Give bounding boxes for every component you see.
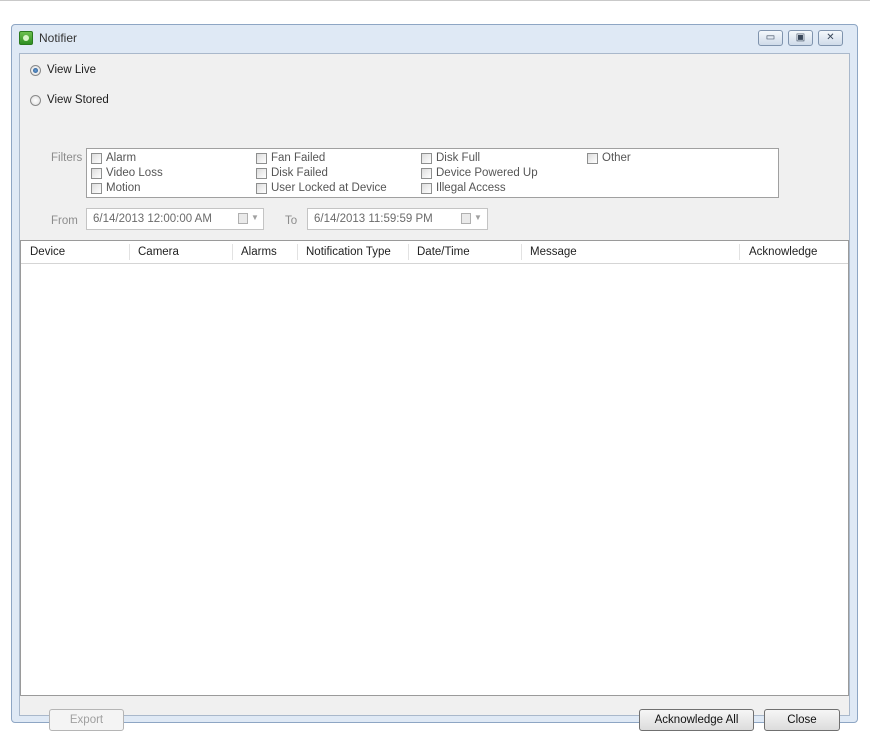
view-live-option[interactable]: View Live [30, 64, 96, 76]
to-date-picker[interactable]: 6/14/2013 11:59:59 PM ▼ [307, 208, 488, 230]
filter-disk-failed[interactable]: Disk Failed [256, 167, 328, 179]
filter-user-locked[interactable]: User Locked at Device [256, 182, 387, 194]
checkbox[interactable] [421, 152, 432, 164]
column-header-device[interactable]: Device [23, 241, 128, 263]
calendar-icon[interactable] [461, 213, 471, 224]
column-divider [739, 244, 740, 260]
notifications-table[interactable]: Device Camera Alarms Notification Type D… [20, 240, 849, 696]
from-label: From [51, 215, 78, 227]
title-bar[interactable]: Notifier ▭ ▣ ✕ [12, 25, 857, 53]
to-label: To [285, 215, 298, 227]
calendar-icon[interactable] [238, 213, 248, 224]
filter-disk-full[interactable]: Disk Full [421, 152, 480, 164]
minimize-button[interactable]: ▭ [758, 30, 783, 46]
close-window-button[interactable]: ✕ [818, 30, 843, 46]
maximize-button[interactable]: ▣ [788, 30, 813, 46]
filter-label: Disk Failed [271, 167, 328, 179]
column-header-date-time[interactable]: Date/Time [410, 241, 520, 263]
column-header-acknowledge[interactable]: Acknowledge [742, 241, 847, 263]
filter-alarm[interactable]: Alarm [91, 152, 136, 164]
filters-panel: Alarm Video Loss Motion Fan Failed Disk … [86, 148, 779, 198]
filter-label: Device Powered Up [436, 167, 538, 179]
checkbox[interactable] [421, 182, 432, 194]
column-header-camera[interactable]: Camera [131, 241, 231, 263]
view-stored-label: View Stored [47, 94, 109, 106]
dropdown-arrow-icon[interactable]: ▼ [474, 213, 482, 222]
checkbox[interactable] [91, 152, 102, 164]
filter-label: Other [602, 152, 631, 164]
dropdown-arrow-icon[interactable]: ▼ [251, 213, 259, 222]
from-date-value: 6/14/2013 12:00:00 AM [93, 213, 212, 225]
table-header: Device Camera Alarms Notification Type D… [21, 241, 848, 264]
filter-other[interactable]: Other [587, 152, 631, 164]
checkbox[interactable] [91, 182, 102, 194]
filter-video-loss[interactable]: Video Loss [91, 167, 163, 179]
top-border-line [0, 0, 870, 1]
checkbox[interactable] [256, 182, 267, 194]
filter-motion[interactable]: Motion [91, 182, 141, 194]
column-divider [129, 244, 130, 260]
notifier-window: Notifier ▭ ▣ ✕ View Live View Stored Fil… [11, 24, 858, 731]
column-divider [297, 244, 298, 260]
column-divider [521, 244, 522, 260]
checkbox[interactable] [587, 152, 598, 164]
view-stored-option[interactable]: View Stored [30, 94, 109, 106]
checkbox[interactable] [256, 152, 267, 164]
notifier-app-icon [19, 31, 33, 45]
filter-label: Video Loss [106, 167, 163, 179]
filter-label: Disk Full [436, 152, 481, 164]
to-date-value: 6/14/2013 11:59:59 PM [314, 213, 433, 225]
filter-label: User Locked at Device [271, 182, 387, 194]
from-date-picker[interactable]: 6/14/2013 12:00:00 AM ▼ [86, 208, 264, 230]
checkbox[interactable] [91, 167, 102, 179]
column-header-message[interactable]: Message [523, 241, 738, 263]
filter-illegal-access[interactable]: Illegal Access [421, 182, 506, 194]
filter-label: Motion [106, 182, 141, 194]
filters-label: Filters [51, 152, 83, 164]
column-header-alarms[interactable]: Alarms [234, 241, 296, 263]
filter-label: Fan Failed [271, 152, 326, 164]
view-live-radio[interactable] [30, 64, 41, 76]
view-live-label: View Live [47, 64, 97, 76]
column-header-notification-type[interactable]: Notification Type [299, 241, 407, 263]
filter-fan-failed[interactable]: Fan Failed [256, 152, 325, 164]
window-content: View Live View Stored Filters Alarm Vide… [19, 53, 850, 731]
view-stored-radio[interactable] [30, 94, 41, 106]
filter-device-powered-up[interactable]: Device Powered Up [421, 167, 538, 179]
window-title: Notifier [39, 31, 78, 45]
checkbox[interactable] [421, 167, 432, 179]
filter-label: Alarm [106, 152, 137, 164]
column-divider [232, 244, 233, 260]
checkbox[interactable] [256, 167, 267, 179]
filter-label: Illegal Access [436, 182, 506, 194]
column-divider [408, 244, 409, 260]
